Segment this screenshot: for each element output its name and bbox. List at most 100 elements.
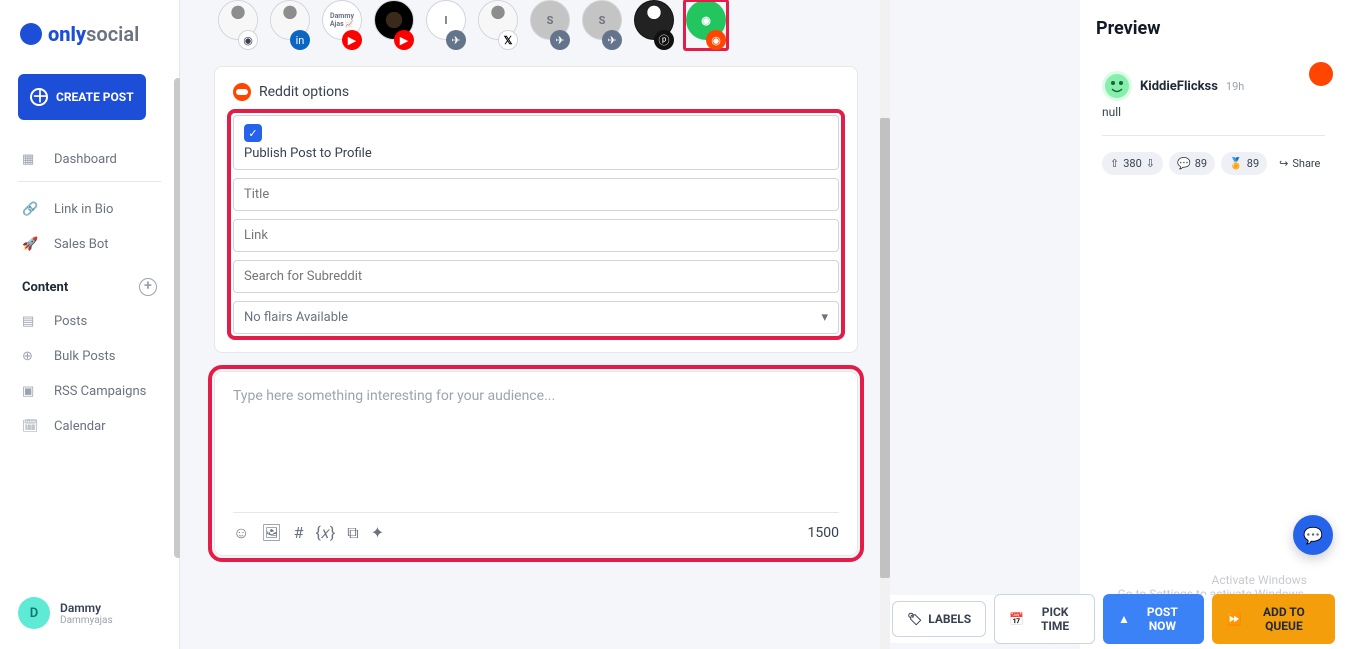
- social-pt[interactable]: ⓟ: [632, 0, 676, 50]
- rocket-icon: 🚀: [22, 237, 42, 252]
- circle-plus-icon: ⊕: [22, 349, 42, 364]
- pick-time-button[interactable]: 📅PICK TIME: [994, 594, 1095, 644]
- sparkle-icon[interactable]: ✦: [371, 523, 384, 543]
- nav-rss-label: RSS Campaigns: [54, 384, 146, 399]
- reddit-flairs-select[interactable]: No flairs Available ▾: [233, 301, 839, 334]
- brand-logo[interactable]: onlysocial: [0, 0, 179, 68]
- downvote-icon: ⇩: [1146, 157, 1155, 170]
- calendar-icon: 🗓: [22, 419, 42, 434]
- char-count: 1500: [808, 525, 839, 541]
- chevron-down-icon: ▾: [821, 310, 828, 325]
- image-icon[interactable]: 🖼: [261, 523, 281, 543]
- reddit-flairs-label: No flairs Available: [244, 310, 348, 325]
- bottom-action-bar: 🏷 LABELS 📅PICK TIME ▲POST NOW ⏩ADD TO QUE…: [890, 595, 1337, 643]
- user-handle: Dammyajas: [60, 615, 113, 626]
- social-yt-1[interactable]: Dammy Ajas 📈▶: [320, 0, 364, 50]
- reddit-subreddit-input[interactable]: [244, 269, 828, 284]
- picktime-label: PICK TIME: [1030, 605, 1080, 633]
- award-icon: 🏅: [1229, 157, 1243, 170]
- nav-calendar-label: Calendar: [54, 419, 106, 434]
- compose-tool-icons: ☺ 🖼 # {𝑥} ⧉ ✦: [233, 523, 384, 543]
- upvote-icon: ⇧: [1110, 157, 1119, 170]
- nav-rss[interactable]: ▣ RSS Campaigns: [0, 374, 179, 409]
- tag-icon: 🏷: [907, 612, 922, 626]
- chat-icon: 💬: [1303, 526, 1323, 545]
- comments-pill[interactable]: 💬 89: [1169, 152, 1215, 175]
- reddit-title-input[interactable]: [244, 187, 828, 202]
- main-scrollbar-thumb[interactable]: [880, 118, 890, 578]
- chat-bubble-button[interactable]: 💬: [1293, 515, 1333, 555]
- pinterest-icon: ⓟ: [654, 30, 674, 50]
- preview-heading: Preview: [1096, 18, 1331, 39]
- nav-posts[interactable]: ▤ Posts: [0, 304, 179, 339]
- hashtag-icon[interactable]: #: [294, 523, 304, 543]
- brand-only-text: only: [48, 22, 86, 46]
- reddit-subreddit-field[interactable]: [233, 260, 839, 293]
- linkedin-icon: in: [290, 30, 310, 50]
- sidebar: onlysocial ＋ CREATE POST ▦ Dashboard 🔗 L…: [0, 0, 180, 649]
- brand-logo-icon: [20, 23, 42, 45]
- plus-icon: ＋: [30, 88, 48, 106]
- upvote-pill[interactable]: ⇧ 380 ⇩: [1102, 152, 1163, 175]
- link-icon: 🔗: [22, 202, 42, 217]
- reddit-icon: [233, 83, 251, 101]
- nav-sales-bot[interactable]: 🚀 Sales Bot: [0, 227, 179, 262]
- nav-dashboard[interactable]: ▦ Dashboard: [0, 142, 179, 177]
- social-x[interactable]: 𝕏: [476, 0, 520, 50]
- reddit-title-field[interactable]: [233, 178, 839, 211]
- publish-to-profile-field[interactable]: ✓ Publish Post to Profile: [233, 115, 839, 170]
- share-label: Share: [1292, 157, 1320, 170]
- main-scrollbar[interactable]: [880, 0, 890, 649]
- social-reddit-selected[interactable]: ◉◉: [684, 0, 728, 50]
- social-tg-3[interactable]: S✈: [580, 0, 624, 50]
- preview-divider: [1102, 135, 1325, 136]
- instagram-icon: ◉: [238, 30, 258, 50]
- share-icon: ↪: [1279, 157, 1288, 170]
- nav-calendar[interactable]: 🗓 Calendar: [0, 409, 179, 444]
- grid-icon: ▤: [22, 314, 42, 329]
- social-li[interactable]: in: [268, 0, 312, 50]
- reddit-options-header: Reddit options: [233, 83, 839, 101]
- reddit-options-card: Reddit options ✓ Publish Post to Profile…: [214, 66, 858, 353]
- preview-actions: ⇧ 380 ⇩ 💬 89 🏅 89 ↪ Share: [1102, 152, 1325, 175]
- main-area: ◉ in Dammy Ajas 📈▶ ▶ I✈ 𝕏 S✈ S✈ ⓟ ◉◉ Red…: [180, 0, 1347, 649]
- add-content-icon[interactable]: +: [139, 278, 157, 296]
- template-icon[interactable]: ⧉: [347, 523, 358, 543]
- emoji-icon[interactable]: ☺: [233, 523, 249, 543]
- social-tg-1[interactable]: I✈: [424, 0, 468, 50]
- check-icon[interactable]: ✓: [244, 124, 262, 142]
- reddit-options-title: Reddit options: [259, 84, 349, 100]
- share-button[interactable]: ↪ Share: [1273, 152, 1326, 175]
- queue-label: ADD TO QUEUE: [1248, 605, 1320, 633]
- user-name: Dammy: [60, 601, 113, 615]
- reddit-badge-icon: [1309, 62, 1333, 86]
- compose-toolbar: ☺ 🖼 # {𝑥} ⧉ ✦ 1500: [233, 512, 839, 543]
- reddit-link-field[interactable]: [233, 219, 839, 252]
- brand-social-text: social: [86, 22, 139, 46]
- labels-button[interactable]: 🏷 LABELS: [892, 601, 986, 637]
- awards-pill[interactable]: 🏅 89: [1221, 152, 1267, 175]
- telegram-icon: ✈: [550, 30, 570, 50]
- social-ig[interactable]: ◉: [216, 0, 260, 50]
- variable-icon[interactable]: {𝑥}: [316, 523, 336, 543]
- post-now-button[interactable]: ▲POST NOW: [1103, 594, 1204, 644]
- nav-salesbot-label: Sales Bot: [54, 237, 109, 252]
- reddit-link-input[interactable]: [244, 228, 828, 243]
- nav-bulk-posts[interactable]: ⊕ Bulk Posts: [0, 339, 179, 374]
- add-to-queue-button[interactable]: ⏩ADD TO QUEUE: [1212, 594, 1335, 644]
- nav-posts-label: Posts: [54, 314, 87, 329]
- telegram-icon: ✈: [602, 30, 622, 50]
- preview-username: KiddieFlickss: [1140, 79, 1218, 94]
- compose-textarea[interactable]: [233, 388, 839, 498]
- social-tg-2[interactable]: S✈: [528, 0, 572, 50]
- labels-label: LABELS: [928, 612, 971, 626]
- user-profile[interactable]: D Dammy Dammyajas: [18, 597, 167, 629]
- main-column: ◉ in Dammy Ajas 📈▶ ▶ I✈ 𝕏 S✈ S✈ ⓟ ◉◉ Red…: [186, 0, 886, 649]
- nav-link-in-bio[interactable]: 🔗 Link in Bio: [0, 192, 179, 227]
- social-yt-2[interactable]: ▶: [372, 0, 416, 50]
- create-post-button[interactable]: ＋ CREATE POST: [18, 74, 146, 120]
- x-icon: 𝕏: [498, 30, 518, 50]
- nav-bulkposts-label: Bulk Posts: [54, 349, 115, 364]
- reddit-icon: ◉: [706, 30, 726, 50]
- rss-icon: ▣: [22, 384, 42, 399]
